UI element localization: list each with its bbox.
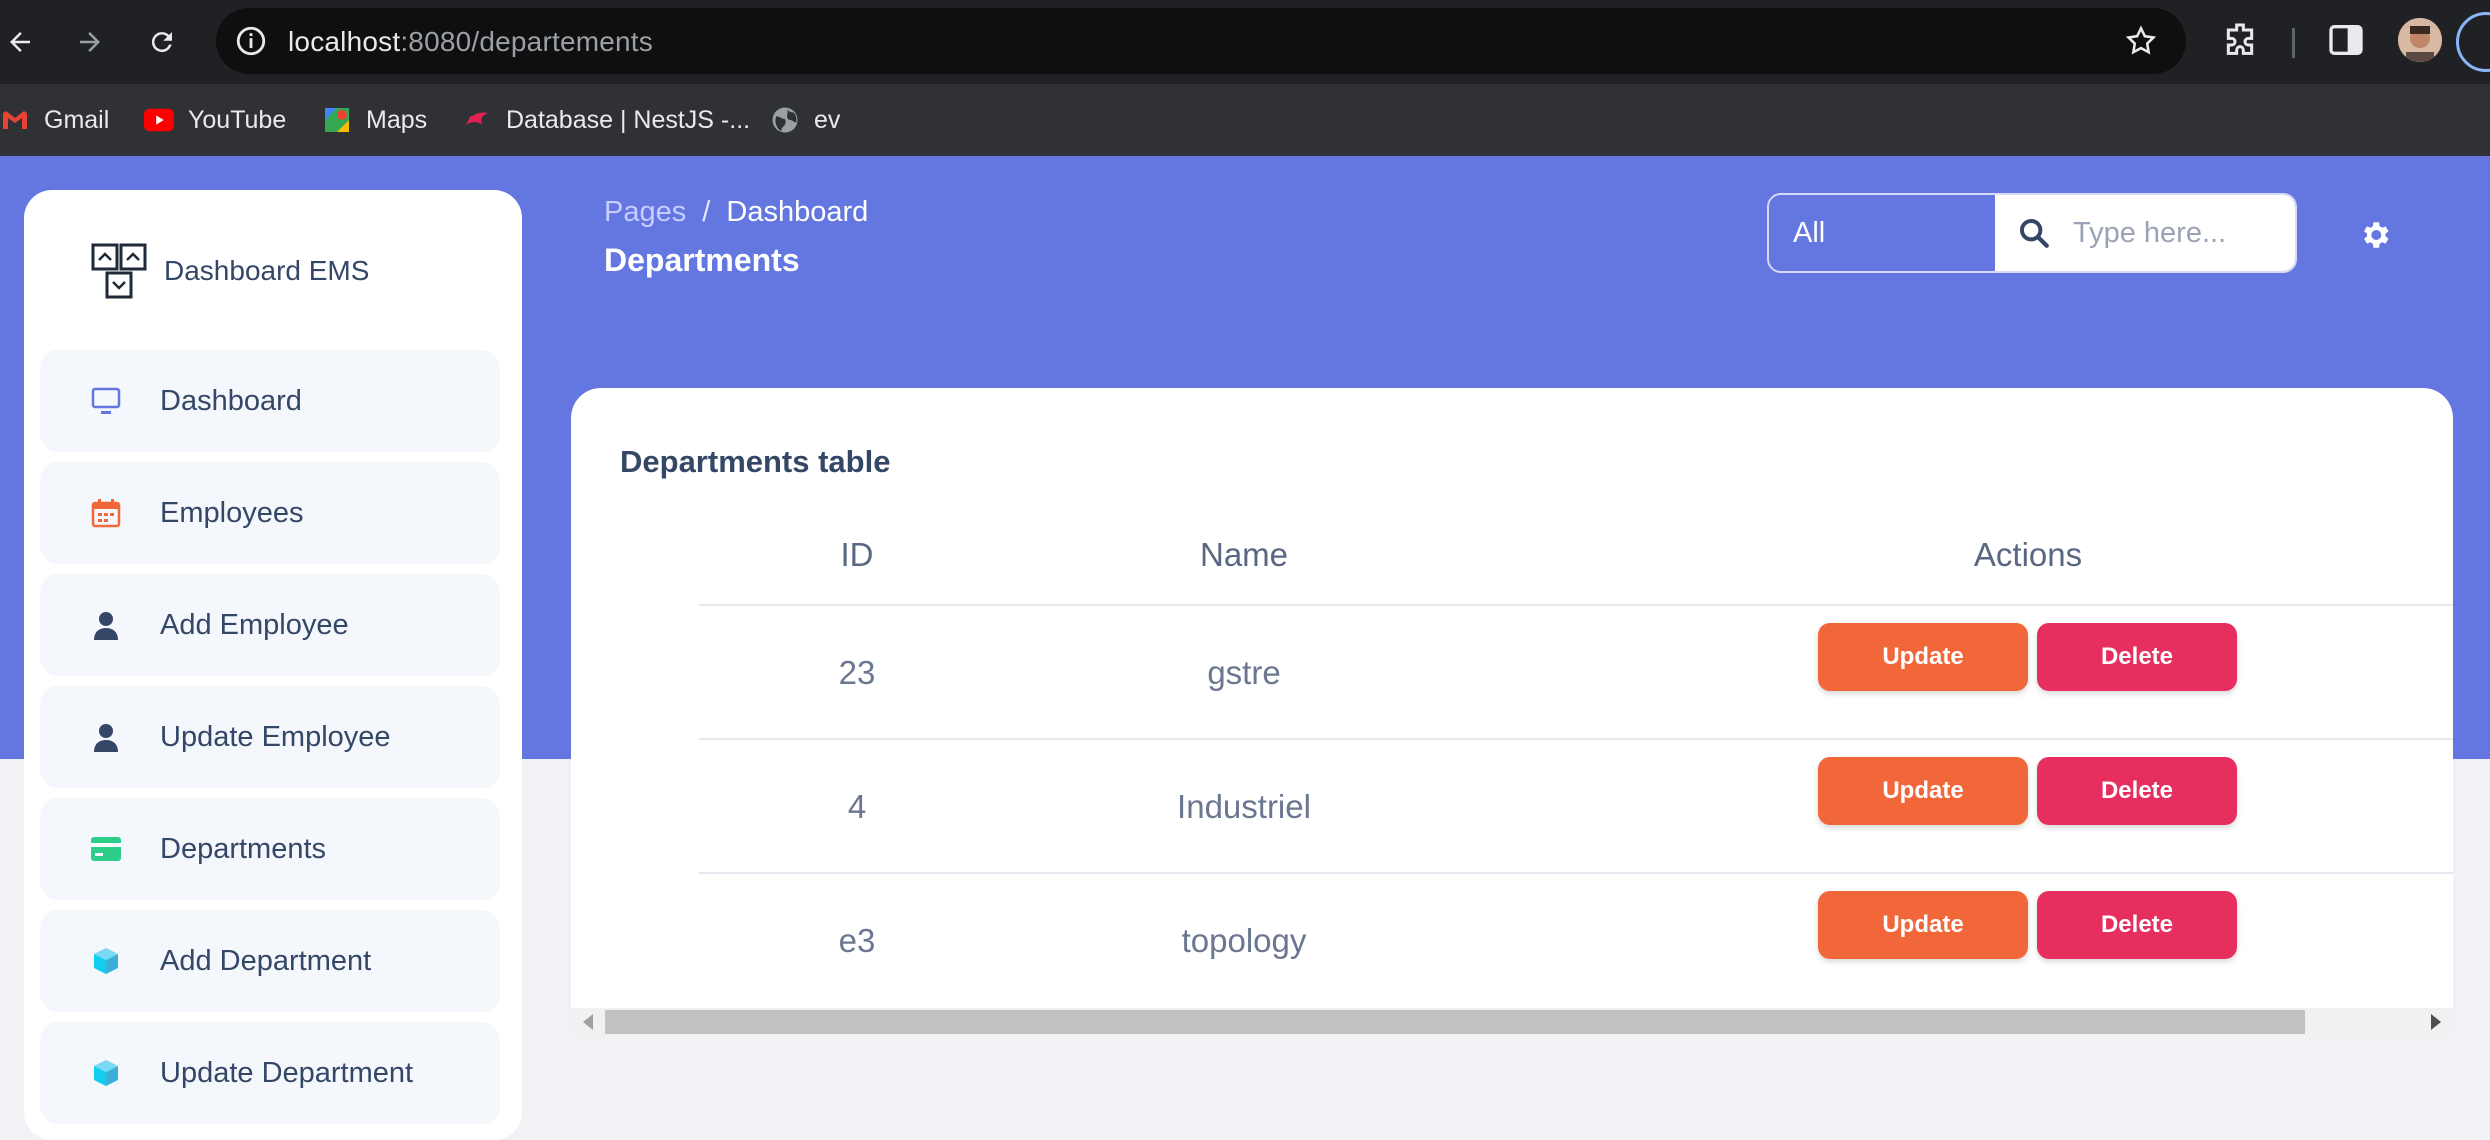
brand-name: Dashboard EMS [164, 255, 370, 286]
address-bar[interactable]: localhost:8080/departements [216, 8, 2186, 74]
departments-card: Departments table ID Name Actions 23 gst… [571, 388, 2453, 1008]
sidebar-item-departments[interactable]: Departments [40, 798, 500, 900]
bookmarks-bar: Gmail YouTube Maps Database | NestJS -..… [0, 84, 2490, 156]
scroll-right-arrow[interactable] [2431, 1014, 2441, 1030]
reload-icon [151, 32, 172, 53]
search-scope-select[interactable]: All [1769, 195, 1995, 271]
update-button[interactable]: Update [1818, 757, 2028, 825]
bookmark-label: Database | NestJS -... [506, 105, 751, 134]
search-group: All [1767, 193, 2297, 273]
sitemap-logo-icon [91, 243, 147, 299]
monitor-icon [88, 383, 124, 419]
sidebar-item-employees[interactable]: Employees [40, 462, 500, 564]
youtube-icon [144, 105, 174, 135]
user-icon [88, 719, 124, 755]
row-divider [699, 872, 2453, 874]
user-icon [88, 607, 124, 643]
sidebar-item-label: Update Department [160, 1056, 414, 1089]
box-icon [88, 943, 124, 979]
page-title: Departments [604, 242, 800, 278]
sidebar-item-label: Departments [160, 832, 327, 865]
url-text: localhost:8080/departements [288, 26, 653, 58]
profile-avatar[interactable] [2398, 18, 2442, 62]
bookmark-label: Gmail [44, 105, 110, 134]
cell-name: Industriel [1177, 788, 1311, 825]
sidebar-item-label: Add Department [160, 944, 372, 977]
column-header-name: Name [1199, 536, 1289, 573]
site-info-icon[interactable] [234, 24, 268, 58]
gmail-icon [0, 105, 30, 135]
box-icon [88, 1055, 124, 1091]
sidebar-item-label: Add Employee [160, 608, 349, 641]
delete-button[interactable]: Delete [2037, 757, 2237, 825]
toolbar-divider [2292, 28, 2295, 58]
update-button[interactable]: Update [1818, 623, 2028, 691]
bookmark-gmail[interactable]: Gmail [0, 102, 109, 138]
maps-icon [322, 105, 352, 135]
sidebar-item-label: Update Employee [160, 720, 391, 753]
bookmark-star-icon[interactable] [2124, 24, 2158, 58]
sidebar: Dashboard EMS Dashboard Employees Add Em… [24, 190, 522, 1140]
nestjs-icon [462, 105, 492, 135]
scroll-left-arrow[interactable] [583, 1014, 593, 1030]
extensions-icon[interactable] [2220, 20, 2260, 60]
cell-id: e3 [838, 922, 876, 959]
bookmark-nestjs[interactable]: Database | NestJS -... [462, 102, 750, 138]
calendar-icon [88, 495, 124, 531]
url-path: :8080/departements [400, 26, 653, 57]
bookmark-label: ev [814, 105, 841, 134]
search-icon [2019, 218, 2049, 248]
reload-button[interactable] [142, 22, 182, 62]
globe-icon [770, 105, 800, 135]
sidebar-item-label: Employees [160, 496, 304, 529]
back-button[interactable] [0, 22, 40, 62]
row-divider [699, 738, 2453, 740]
column-header-actions: Actions [1973, 536, 2083, 573]
bookmark-label: Maps [366, 105, 428, 134]
breadcrumb: Pages / Dashboard [604, 196, 868, 229]
delete-button[interactable]: Delete [2037, 623, 2237, 691]
arrow-right-icon [80, 32, 100, 52]
sidebar-item-update-department[interactable]: Update Department [40, 1022, 500, 1124]
bookmark-maps[interactable]: Maps [322, 102, 427, 138]
search-field [1995, 195, 2295, 271]
person-face-icon [2398, 18, 2442, 62]
menu-button[interactable] [2456, 12, 2490, 72]
search-input[interactable] [2071, 215, 2275, 251]
column-header-id: ID [840, 536, 874, 573]
gear-icon[interactable] [2358, 218, 2392, 252]
bookmark-ev[interactable]: ev [770, 102, 840, 138]
forward-button[interactable] [70, 22, 110, 62]
side-panel-icon[interactable] [2326, 20, 2366, 60]
row-divider [699, 604, 2453, 606]
cell-name: topology [1181, 922, 1307, 959]
url-host: localhost [288, 26, 401, 57]
sidebar-item-add-department[interactable]: Add Department [40, 910, 500, 1012]
horizontal-scrollbar[interactable] [571, 1008, 2453, 1036]
breadcrumb-separator: / [702, 196, 711, 228]
brand[interactable]: Dashboard EMS [90, 242, 369, 300]
cell-name: gstre [1207, 654, 1281, 691]
bookmark-label: YouTube [188, 105, 287, 134]
bookmark-youtube[interactable]: YouTube [144, 102, 286, 138]
delete-button[interactable]: Delete [2037, 891, 2237, 959]
breadcrumb-current: Dashboard [726, 196, 869, 228]
breadcrumb-pages[interactable]: Pages [604, 196, 686, 228]
card-title: Departments table [620, 444, 891, 479]
sidebar-item-add-employee[interactable]: Add Employee [40, 574, 500, 676]
credit-card-icon [88, 831, 124, 867]
scrollbar-thumb[interactable] [605, 1010, 2305, 1034]
browser-toolbar: localhost:8080/departements [0, 0, 2490, 84]
sidebar-item-dashboard[interactable]: Dashboard [40, 350, 500, 452]
arrow-left-icon [10, 32, 30, 52]
cell-id: 23 [838, 654, 876, 691]
update-button[interactable]: Update [1818, 891, 2028, 959]
sidebar-item-label: Dashboard [160, 384, 302, 417]
sidebar-item-update-employee[interactable]: Update Employee [40, 686, 500, 788]
cell-id: 4 [847, 788, 867, 825]
